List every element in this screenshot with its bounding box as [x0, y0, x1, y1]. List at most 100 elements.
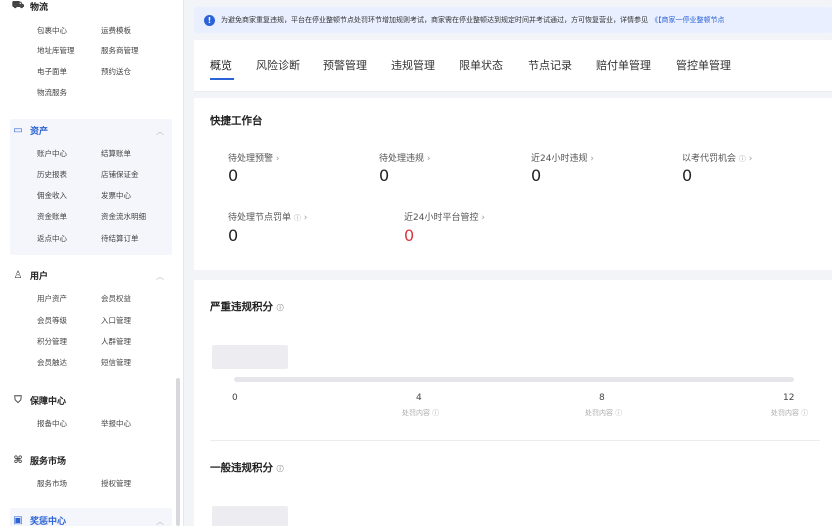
metric-pending-node-penalties-link[interactable]: 待处理节点罚单 ⓘ › — [228, 210, 307, 223]
sidebar-item[interactable]: 会员等级 — [37, 315, 67, 326]
sidebar-item[interactable]: 包裹中心 — [37, 25, 67, 36]
chevron-up-icon[interactable]: ︿ — [156, 516, 164, 526]
sidebar-item[interactable]: 运费模板 — [101, 25, 131, 36]
tick-penalty-link[interactable]: 处罚内容 ⓘ — [771, 408, 808, 418]
general-violation-title-text: 一般违规积分 — [210, 462, 273, 474]
sidebar-item[interactable]: 账户中心 — [37, 148, 67, 159]
sidebar-item[interactable]: 结算账单 — [101, 148, 131, 159]
chevron-right-icon: › — [481, 213, 485, 223]
sidebar-item[interactable]: 用户资产 — [37, 293, 67, 304]
tick-penalty-link[interactable]: 处罚内容 ⓘ — [402, 408, 439, 418]
info-icon: ! — [204, 14, 215, 26]
sidebar-item[interactable]: 会员权益 — [101, 293, 131, 304]
tab-order-limit-status[interactable]: 限单状态 — [459, 57, 503, 73]
tab-compensation-management[interactable]: 赔付单管理 — [596, 57, 651, 73]
sidebar-section-title: 用户 — [30, 271, 49, 282]
sidebar-item[interactable]: 发票中心 — [101, 190, 131, 201]
general-violation-title: 一般违规积分 ⓘ — [210, 460, 284, 475]
metric-value: 0 — [379, 166, 390, 185]
sidebar-item[interactable]: 举报中心 — [101, 418, 131, 429]
notice-link[interactable]: 《【商家一停业整顿节点 — [651, 15, 725, 25]
sidebar-section-title: 保障中心 — [30, 396, 67, 407]
help-circle-icon[interactable]: ⓘ — [277, 304, 284, 312]
chevron-right-icon: › — [748, 154, 753, 164]
tab-risk-diagnosis[interactable]: 风险诊断 — [256, 57, 300, 73]
sidebar-section-rewards[interactable]: ▣ 奖惩中心 — [10, 512, 66, 526]
serious-violation-title: 严重违规积分 ⓘ — [210, 299, 284, 314]
blurred-button[interactable] — [212, 506, 288, 526]
metric-pending-warnings-link[interactable]: 待处理预警 › — [228, 151, 280, 164]
sidebar-item[interactable]: 地址库管理 — [37, 45, 75, 56]
metric-value: 0 — [228, 226, 239, 245]
tab-control-management[interactable]: 管控单管理 — [676, 57, 731, 73]
sidebar-item[interactable]: 资金账单 — [37, 211, 67, 222]
sidebar-item[interactable]: 积分管理 — [37, 336, 67, 347]
sidebar-item[interactable]: 服务商管理 — [101, 45, 139, 56]
badge-icon: ▣ — [13, 514, 23, 526]
help-circle-icon: ⓘ — [432, 409, 440, 417]
tab-violation-management[interactable]: 违规管理 — [391, 57, 435, 73]
metric-24h-violations-link[interactable]: 近24小时违规 › — [531, 151, 594, 164]
sidebar-section-title: 资产 — [30, 126, 49, 137]
sidebar-section-market[interactable]: ⌘ 服务市场 — [10, 452, 66, 468]
sidebar-item[interactable]: 历史报表 — [37, 169, 67, 180]
sidebar-item[interactable]: 待结算订单 — [101, 233, 139, 244]
sidebar-item[interactable]: 预约送仓 — [101, 66, 131, 77]
sidebar-section-title: 物流 — [30, 2, 49, 13]
tab-node-records[interactable]: 节点记录 — [528, 57, 572, 73]
metric-label: 待处理节点罚单 — [228, 213, 292, 223]
blurred-button[interactable] — [212, 345, 288, 369]
metric-exam-opportunity-link[interactable]: 以考代罚机会 ⓘ › — [682, 151, 752, 164]
sidebar-item[interactable]: 入口管理 — [101, 315, 131, 326]
sidebar-scrollbar[interactable] — [176, 378, 180, 526]
help-circle-icon[interactable]: ⓘ — [739, 155, 746, 163]
sidebar-item[interactable]: 佣金收入 — [37, 190, 67, 201]
grid-icon: ⌘ — [13, 454, 23, 466]
sidebar-item[interactable]: 服务市场 — [37, 478, 67, 489]
sidebar-item[interactable]: 授权管理 — [101, 478, 131, 489]
help-circle-icon[interactable]: ⓘ — [277, 465, 284, 473]
tab-warning-management[interactable]: 预警管理 — [323, 57, 367, 73]
sidebar-item[interactable]: 店铺保证金 — [101, 169, 139, 180]
metric-label: 待处理违规 — [379, 154, 425, 164]
tick-sub-label: 处罚内容 — [402, 409, 430, 417]
sidebar-section-logistics[interactable]: ⛟ 物流 — [10, 0, 48, 14]
sidebar-section-title: 奖惩中心 — [30, 516, 67, 526]
sidebar-item[interactable]: 短信管理 — [101, 357, 131, 368]
sidebar-section-users[interactable]: ♙ 用户 — [10, 267, 49, 283]
sidebar-item[interactable]: 人群管理 — [101, 336, 131, 347]
sidebar-section-title: 服务市场 — [30, 456, 67, 467]
metric-label: 以考代罚机会 — [682, 154, 737, 164]
serious-violation-title-text: 严重违规积分 — [210, 301, 273, 313]
active-tab-indicator — [210, 78, 234, 80]
tab-overview[interactable]: 概览 — [210, 57, 232, 73]
shortcut-card — [194, 98, 832, 270]
metric-pending-violations-link[interactable]: 待处理违规 › — [379, 151, 431, 164]
sidebar-item[interactable]: 物流服务 — [37, 87, 67, 98]
tick-penalty-link[interactable]: 处罚内容 ⓘ — [585, 408, 622, 418]
notice-banner: ! 为避免商家重复违规，平台在停业整顿节点处罚环节增加规则考试，商家需在停业整顿… — [194, 7, 832, 33]
sidebar-item[interactable]: 返点中心 — [37, 233, 67, 244]
chevron-right-icon: › — [426, 154, 431, 164]
sidebar-section-assets[interactable]: ▭ 资产 — [10, 122, 48, 138]
sidebar: ⛟ 物流 包裹中心 运费模板 地址库管理 服务商管理 电子面单 预约送仓 物流服… — [0, 0, 184, 526]
metric-24h-platform-control-link[interactable]: 近24小时平台管控 › — [404, 210, 485, 223]
tick-value: 0 — [232, 393, 238, 403]
chevron-up-icon[interactable]: ︿ — [156, 271, 164, 282]
sidebar-section-guarantee[interactable]: ⛉ 保障中心 — [10, 392, 66, 408]
metric-label: 近24小时违规 — [531, 154, 588, 164]
sidebar-item[interactable]: 报备中心 — [37, 418, 67, 429]
sidebar-item[interactable]: 资金流水明细 — [101, 211, 146, 222]
chevron-right-icon: › — [590, 154, 594, 164]
sidebar-item[interactable]: 会员触达 — [37, 357, 67, 368]
metric-value: 0 — [404, 226, 415, 245]
tick-value: 8 — [599, 393, 605, 403]
notice-text: 为避免商家重复违规，平台在停业整顿节点处罚环节增加规则考试，商家需在停业整顿达到… — [221, 16, 648, 24]
metric-label: 近24小时平台管控 — [404, 213, 479, 223]
chevron-right-icon: › — [275, 154, 280, 164]
help-circle-icon[interactable]: ⓘ — [294, 214, 301, 222]
sidebar-item[interactable]: 电子面单 — [37, 66, 67, 77]
metric-value: 0 — [228, 166, 239, 185]
chevron-up-icon[interactable]: ︿ — [156, 126, 164, 137]
violation-points-track — [234, 377, 794, 382]
